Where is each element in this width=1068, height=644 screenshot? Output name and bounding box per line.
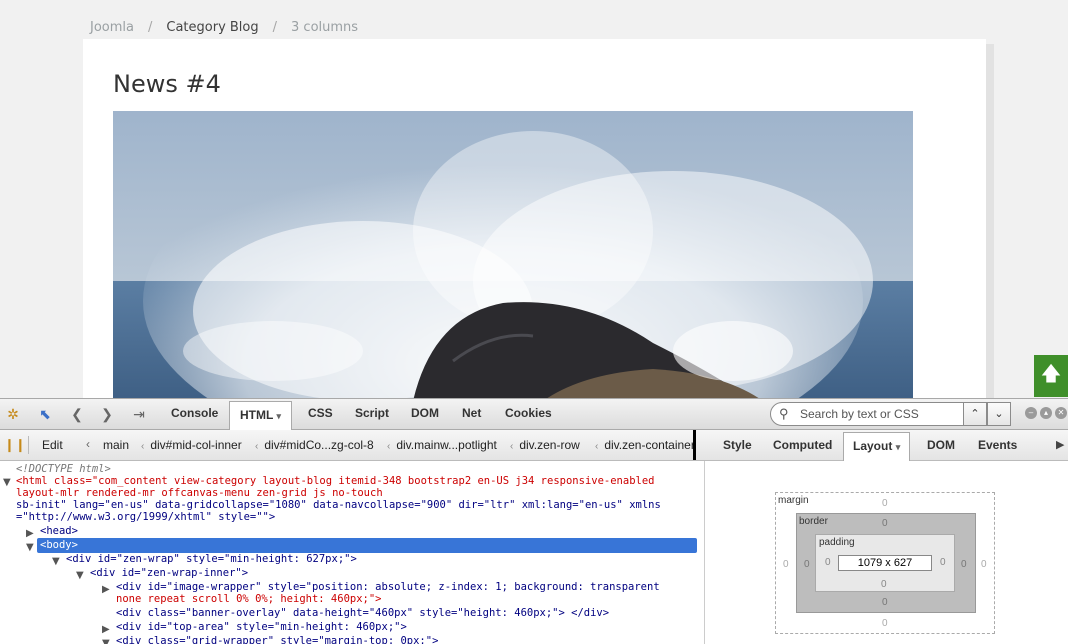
box-model-content-size[interactable]: 1079 x 627 bbox=[838, 555, 932, 571]
crumb-label: div.mainw...potlight bbox=[396, 438, 497, 452]
forward-icon[interactable]: ❯ bbox=[98, 405, 116, 423]
panel-splitter-handle[interactable] bbox=[693, 430, 696, 460]
tab-console[interactable]: Console bbox=[171, 399, 218, 428]
tab-cookies[interactable]: Cookies bbox=[505, 399, 552, 428]
crumb-arrow-icon: ‹ bbox=[387, 441, 391, 452]
side-tab-layout[interactable]: Layout ▾ bbox=[843, 432, 911, 461]
breadcrumb-item-3-columns: 3 columns bbox=[291, 20, 359, 35]
dropdown-icon: ▾ bbox=[895, 442, 901, 452]
side-tab-style[interactable]: Style bbox=[723, 430, 752, 460]
crumb-label: div.zen-container bbox=[604, 438, 695, 452]
tab-css[interactable]: CSS bbox=[308, 399, 333, 428]
breadcrumb-separator: / bbox=[147, 20, 153, 35]
padding-right-value[interactable]: 0 bbox=[940, 557, 946, 568]
border-label: border bbox=[799, 516, 828, 527]
panel-splitter[interactable] bbox=[704, 461, 705, 644]
collapse-toggle-icon[interactable]: ▶ bbox=[102, 583, 110, 596]
body-node[interactable]: <body> bbox=[40, 539, 78, 552]
selected-node-highlight bbox=[37, 538, 697, 553]
margin-right-value[interactable]: 0 bbox=[981, 559, 987, 570]
breadcrumb-item-category-blog[interactable]: Category Blog bbox=[166, 20, 258, 35]
break-on-mutate-icon[interactable]: ❙❙ bbox=[4, 437, 26, 453]
breadcrumb: Joomla / Category Blog / 3 columns bbox=[90, 20, 358, 35]
border-left-value[interactable]: 0 bbox=[804, 559, 810, 570]
image-wrapper-node-line2[interactable]: none repeat scroll 0% 0%; height: 460px;… bbox=[116, 593, 382, 606]
banner-overlay-node[interactable]: <div class="banner-overlay" data-height=… bbox=[116, 607, 609, 620]
search-next-button[interactable]: ⌄ bbox=[987, 402, 1011, 426]
side-tab-dom[interactable]: DOM bbox=[927, 430, 955, 460]
crumb-zen-row[interactable]: ‹ div.zen-row bbox=[510, 430, 580, 462]
firebug-icon[interactable]: ✲ bbox=[4, 405, 22, 423]
html-node-line4[interactable]: ="http://www.w3.org/1999/xhtml" style=""… bbox=[16, 511, 275, 524]
border-right-value[interactable]: 0 bbox=[961, 559, 967, 570]
toolbar-divider bbox=[28, 436, 29, 454]
padding-label: padding bbox=[819, 537, 855, 548]
tab-dom[interactable]: DOM bbox=[411, 399, 439, 428]
expand-toggle-icon[interactable]: ▼ bbox=[3, 476, 11, 489]
padding-left-value[interactable]: 0 bbox=[825, 557, 831, 568]
back-to-top-button[interactable]: 🡅 bbox=[1034, 355, 1068, 397]
crumb-label: div#midCo...zg-col-8 bbox=[264, 438, 374, 452]
search-icon: ⚲ bbox=[779, 406, 789, 421]
margin-top-value[interactable]: 0 bbox=[882, 498, 888, 509]
breadcrumb-separator: / bbox=[272, 20, 278, 35]
collapse-toggle-icon[interactable]: ▶ bbox=[26, 527, 34, 540]
tab-html-label: HTML bbox=[240, 408, 274, 422]
top-area-node[interactable]: <div id="top-area" style="min-height: 46… bbox=[116, 621, 407, 634]
tab-script[interactable]: Script bbox=[355, 399, 389, 428]
crumb-arrow-icon: ‹ bbox=[141, 441, 145, 452]
tab-net[interactable]: Net bbox=[462, 399, 481, 428]
search-input[interactable]: ⚲ Search by text or CSS selector bbox=[770, 402, 964, 443]
border-top-value[interactable]: 0 bbox=[882, 518, 888, 529]
inspect-icon[interactable]: ⬉ bbox=[36, 405, 54, 423]
crumb-main[interactable]: main bbox=[103, 430, 129, 460]
tab-html[interactable]: HTML ▾ bbox=[229, 401, 292, 430]
devtools-toolbar: ✲ ⬉ ❮ ❯ ⇥ Console HTML ▾ CSS Script DOM … bbox=[0, 399, 1068, 443]
article-image bbox=[113, 111, 913, 401]
collapse-toggle-icon[interactable]: ▶ bbox=[102, 623, 110, 636]
crumb-midcol[interactable]: ‹ div#midCo...zg-col-8 bbox=[255, 430, 374, 462]
crumb-mainwrap[interactable]: ‹ div.mainw...potlight bbox=[387, 430, 497, 462]
expand-toggle-icon[interactable]: ▼ bbox=[52, 555, 60, 568]
side-tab-layout-label: Layout bbox=[853, 439, 893, 453]
side-tab-events[interactable]: Events bbox=[978, 430, 1017, 460]
card-shadow bbox=[986, 44, 994, 424]
crumb-arrow-icon: ‹ bbox=[255, 441, 259, 452]
margin-bottom-value[interactable]: 0 bbox=[882, 618, 888, 629]
side-tab-computed[interactable]: Computed bbox=[773, 430, 832, 460]
margin-left-value[interactable]: 0 bbox=[783, 559, 789, 570]
more-tabs-icon[interactable]: ▶ bbox=[1056, 438, 1064, 451]
crumb-zen-container[interactable]: ‹ div.zen-container bbox=[595, 430, 695, 462]
zen-wrap-node[interactable]: <div id="zen-wrap" style="min-height: 62… bbox=[66, 553, 357, 566]
zen-wrap-inner-node[interactable]: <div id="zen-wrap-inner"> bbox=[90, 567, 248, 580]
search-prev-button[interactable]: ⌃ bbox=[963, 402, 987, 426]
expand-toggle-icon[interactable]: ▼ bbox=[26, 541, 34, 554]
dropdown-icon: ▾ bbox=[276, 411, 281, 421]
margin-label: margin bbox=[778, 495, 809, 506]
minimize-icon[interactable]: – bbox=[1025, 407, 1037, 419]
edit-button[interactable]: Edit bbox=[42, 430, 63, 460]
crumb-arrow-icon: ‹ bbox=[510, 441, 514, 452]
crumb-scroll-left-icon[interactable]: ‹ bbox=[86, 437, 90, 451]
crumb-arrow-icon: ‹ bbox=[595, 441, 599, 452]
head-node[interactable]: <head> bbox=[40, 525, 78, 538]
border-bottom-value[interactable]: 0 bbox=[882, 597, 888, 608]
arrow-up-icon: 🡅 bbox=[1040, 361, 1062, 385]
padding-bottom-value[interactable]: 0 bbox=[881, 579, 887, 590]
close-icon[interactable]: ✕ bbox=[1055, 407, 1067, 419]
crumb-label: div#mid-col-inner bbox=[150, 438, 242, 452]
expand-toggle-icon[interactable]: ▼ bbox=[76, 569, 84, 582]
html-panel-toolbar: ❙❙ Edit ‹ main ‹ div#mid-col-inner ‹ div#m… bbox=[0, 430, 1068, 461]
article-title[interactable]: News #4 bbox=[113, 70, 221, 98]
crumb-label: div.zen-row bbox=[519, 438, 580, 452]
detach-icon[interactable]: ▴ bbox=[1040, 407, 1052, 419]
breadcrumb-item-joomla[interactable]: Joomla bbox=[90, 20, 134, 35]
html-tree: <!DOCTYPE html> ▼ <html class="com_conte… bbox=[0, 461, 700, 644]
back-icon[interactable]: ❮ bbox=[68, 405, 86, 423]
console-expand-icon[interactable]: ⇥ bbox=[130, 405, 148, 423]
crumb-mid-col-inner[interactable]: ‹ div#mid-col-inner bbox=[141, 430, 242, 462]
